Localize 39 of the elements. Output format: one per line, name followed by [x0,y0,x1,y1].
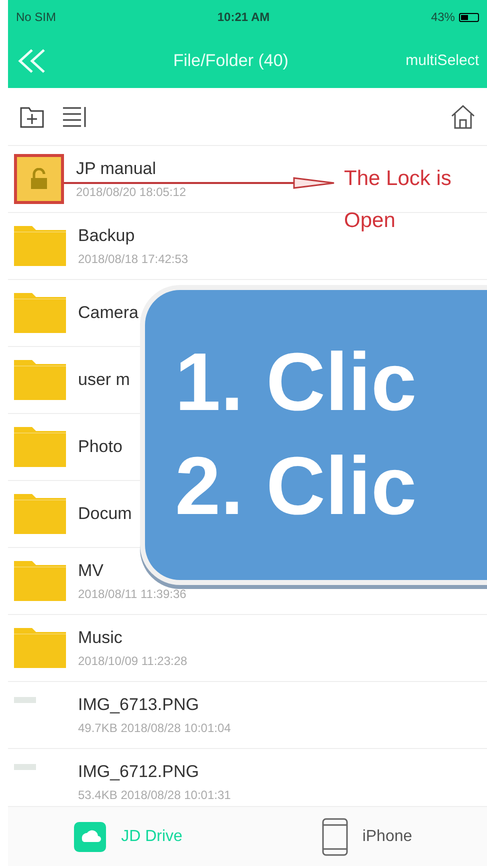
multiselect-button[interactable]: multiSelect [406,50,479,72]
folder-icon [14,360,66,400]
folder-icon [14,293,66,333]
folder-icon [14,628,66,668]
file-meta: 53.4KB 2018/08/28 10:01:31 [78,788,231,802]
file-name: IMG_6713.PNG [78,695,200,715]
instruction-line: 1. Clic [175,342,418,424]
folder-icon [14,494,66,534]
battery-icon [458,12,479,22]
phone-icon [322,818,348,856]
file-name: user m [78,370,130,390]
file-meta: 2018/08/11 11:39:36 [78,587,186,601]
folder-icon [14,226,66,266]
time-text: 10:21 AM [217,9,270,26]
image-thumbnail [14,697,36,703]
tab[interactable]: JD Drive [8,807,248,866]
file-name: Camera [78,303,138,323]
instruction-line: 2. Clic [175,446,418,528]
file-name: Music [78,628,124,648]
folder-icon [14,561,66,601]
file-name: Backup [78,226,136,246]
battery-text: 43% [430,9,455,26]
file-name: Docum [78,504,132,524]
file-name: MV [78,561,104,581]
file-name: JP manual [76,159,158,179]
locked-folder-icon [14,154,64,204]
file-meta: 2018/10/09 11:23:28 [78,654,188,668]
file-name: Photo [78,437,122,457]
header-title: File/Folder (40) [173,50,288,72]
file-meta: 2018/08/20 18:05:12 [76,185,186,199]
home-icon[interactable] [449,102,477,130]
carrier-text: No SIM [16,9,56,26]
annotation-text: The Lock is Open [344,166,452,234]
file-meta: 2018/08/18 17:42:53 [78,252,188,266]
image-thumbnail [14,764,36,770]
tab[interactable]: iPhone [248,807,487,866]
file-name: IMG_6712.PNG [78,762,200,782]
file-meta: 49.7KB 2018/08/28 10:01:04 [78,721,231,735]
folder-icon [14,427,66,467]
